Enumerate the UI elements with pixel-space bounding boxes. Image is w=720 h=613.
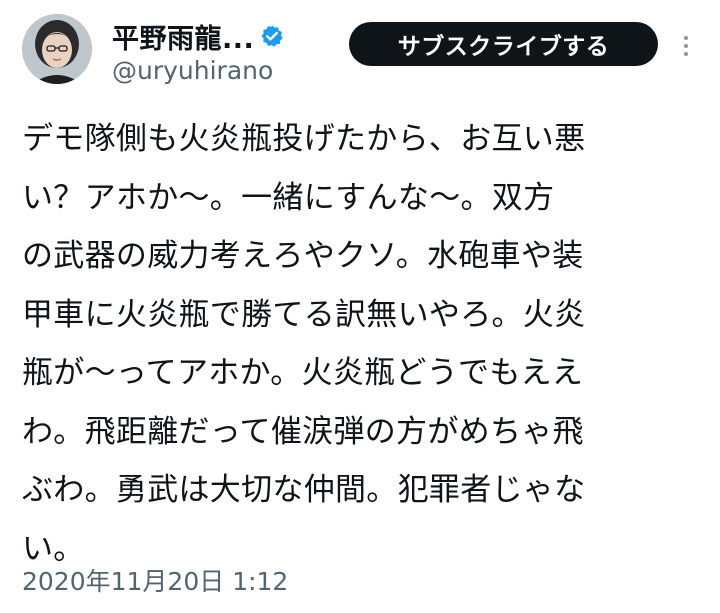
author-display-name[interactable]: 平野雨龍... <box>112 17 254 56</box>
tweet-text-line: ぶわ。勇武は大切な仲間。犯罪者じゃな <box>22 472 586 508</box>
avatar-photo-icon <box>22 14 92 84</box>
tweet-timestamp[interactable]: 2020年11月20日 1:12 <box>22 562 288 598</box>
tweet-text-line: わ。飛距離だって催涙弾の方がめちゃ飛 <box>22 413 584 450</box>
tweet-text-line: 瓶が〜ってアホか。火炎瓶どうでもええ <box>22 355 584 391</box>
avatar[interactable] <box>22 14 92 84</box>
more-options-icon[interactable] <box>674 28 698 64</box>
tweet-text-line: 甲車に火炎瓶で勝てる訳無いやろ。火炎 <box>22 296 586 333</box>
tweet-text: デモ隊側も火炎瓶投げたから、お互い悪 い？アホか〜。一緒にすんな〜。双方 の武器… <box>22 110 702 578</box>
author-handle[interactable]: @uryuhirano <box>112 56 273 85</box>
verified-badge-icon <box>260 24 284 48</box>
tweet-card: 平野雨龍... @uryuhirano サブスクライブする デモ隊側も火炎瓶投げ… <box>0 0 720 613</box>
author-name-row: 平野雨龍... <box>112 16 284 56</box>
tweet-text-line: デモ隊側も火炎瓶投げたから、お互い悪 <box>22 121 586 157</box>
tweet-text-line: の武器の威力考えろやクソ。水砲車や装 <box>22 238 584 274</box>
subscribe-button[interactable]: サブスクライブする <box>349 22 658 66</box>
tweet-header: 平野雨龍... @uryuhirano サブスクライブする <box>0 0 720 100</box>
tweet-text-line: い？アホか〜。一緒にすんな〜。双方 <box>22 179 555 216</box>
